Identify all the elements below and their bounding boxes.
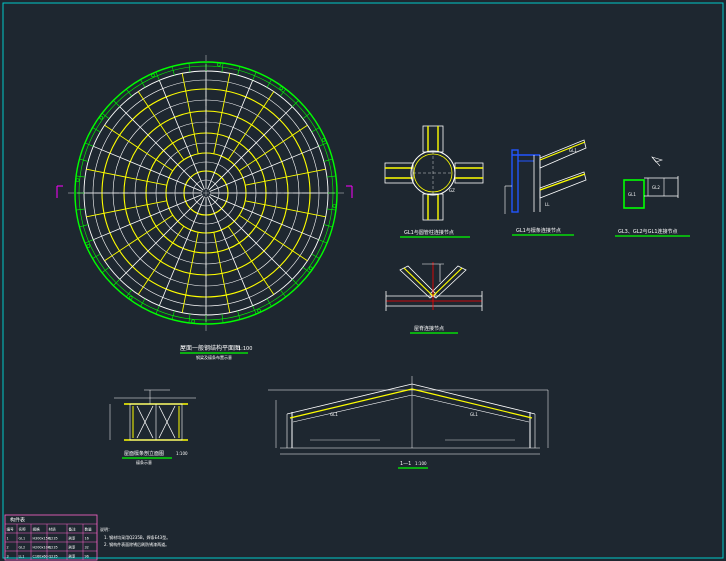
detail-ridge-node-title: 屋脊连接节点: [414, 325, 444, 332]
detail-beam-node-tag-ll: LL: [545, 202, 550, 207]
table-title: 构件表: [10, 517, 25, 524]
table-cell: Q235: [49, 546, 58, 550]
notes-heading: 说明：: [100, 526, 112, 532]
detail-gl-node-title: GL3、GL2与GL1连接节点: [618, 228, 678, 235]
table-header-cell: 备注: [69, 527, 77, 532]
table-header-cell: 名称: [19, 527, 27, 532]
table-cell: GL1: [19, 537, 26, 541]
notes-line-1: 1. 钢材均采用Q235B，焊条E43型。: [104, 534, 170, 540]
table-cell: 16: [85, 537, 89, 541]
table-cell: 1: [7, 537, 9, 541]
section-scale: 1:100: [415, 461, 427, 466]
truss-title: 屋面檩条剖立面图: [124, 450, 164, 457]
section-tag-gl1-left: GL1: [330, 412, 338, 417]
table-header-cell: 编号: [7, 527, 15, 532]
table-header-cell: 材质: [49, 527, 57, 532]
table-cell: H300x150: [33, 537, 51, 541]
table-cell: LL1: [19, 555, 25, 559]
detail-column-node-title: GL1与圆管柱连接节点: [404, 229, 454, 236]
detail-beam-node-title: GL1与檩条连接节点: [516, 227, 561, 234]
plan-scale: 1:100: [238, 346, 252, 352]
cad-drawing-sheet: 屋面一般钢结构平面图 1:100 钢梁及檩条布置示意 GZ GL1与圆管柱连接节…: [0, 0, 726, 561]
table-cell: 96: [85, 555, 89, 559]
table-cell: 3: [7, 555, 9, 559]
table-cell: 刷漆: [69, 536, 76, 541]
plan-subtitle: 钢梁及檩条布置示意: [196, 354, 232, 360]
table-cell: 2: [7, 546, 9, 550]
table-cell: C160x60: [33, 555, 48, 559]
section-tag-gl1-right: GL1: [470, 412, 478, 417]
detail-beam-node-tag-gl1: GL1: [569, 148, 577, 153]
table-cell: H200x100: [33, 546, 51, 550]
detail-column-node-tag: GZ: [449, 188, 455, 193]
table-cell: 刷漆: [69, 554, 76, 559]
table-cell: Q235: [49, 537, 58, 541]
truss-scale: 1:100: [176, 451, 188, 456]
plan-title: 屋面一般钢结构平面图: [180, 344, 240, 352]
detail-gl-node-tag-gl2: GL2: [652, 185, 660, 190]
table-cell: GL2: [19, 546, 26, 550]
table-header-cell: 数量: [85, 527, 93, 532]
table-header-cell: 规格: [33, 527, 41, 532]
notes-line-2: 2. 钢构件表面除锈后刷防锈漆两道。: [104, 541, 169, 547]
truss-subtitle: 檩条示意: [136, 459, 152, 465]
table-cell: Q235: [49, 555, 58, 559]
section-title: 1—1: [400, 461, 411, 467]
table-cell: 刷漆: [69, 545, 76, 550]
table-cell: 32: [85, 546, 89, 550]
detail-gl-node-tag-gl1: GL1: [628, 192, 636, 197]
